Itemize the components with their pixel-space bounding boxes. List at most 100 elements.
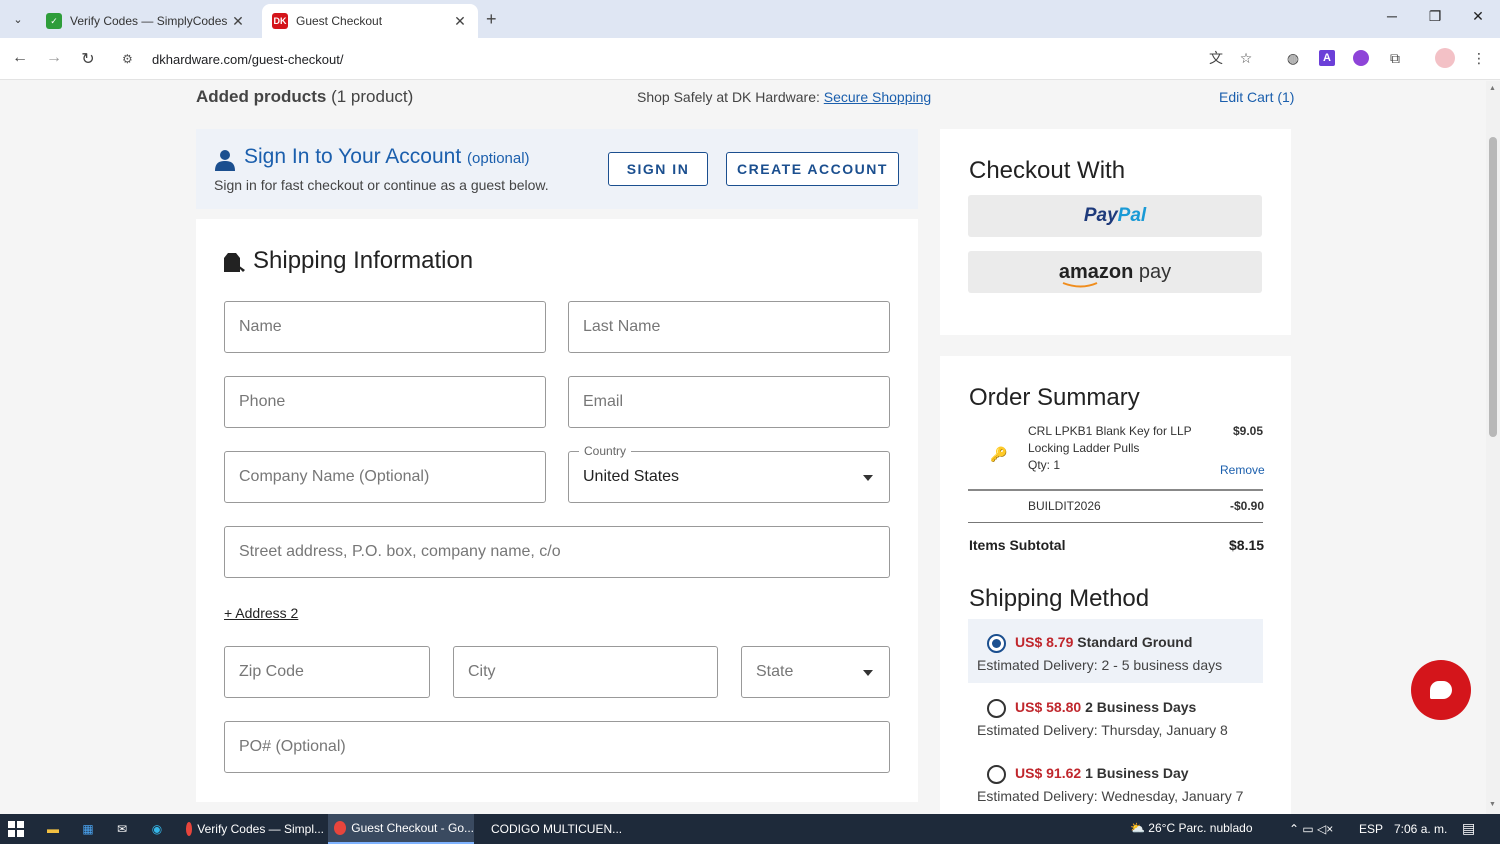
country-select[interactable]: Country United States xyxy=(568,444,890,503)
bookmark-star-icon[interactable]: ☆ xyxy=(1236,48,1256,68)
extension-purple-icon[interactable] xyxy=(1351,48,1371,68)
country-value: United States xyxy=(583,468,680,485)
shipping-option-estimate: Estimated Delivery: Thursday, January 8 xyxy=(977,722,1228,738)
shipping-method-title: Shipping Method xyxy=(969,585,1150,612)
street-address-field[interactable]: Street address, P.O. box, company name, … xyxy=(224,526,890,578)
shipping-option-label: US$ 8.79 Standard Ground xyxy=(1015,634,1193,650)
amazon-smile-icon xyxy=(1062,281,1098,287)
taskbar-task-codigo[interactable]: CODIGO MULTICUEN... xyxy=(480,814,622,844)
file-explorer-icon[interactable]: ▬ xyxy=(43,819,63,839)
taskbar-task-simplycodes[interactable]: Verify Codes — Simpl... xyxy=(180,814,324,844)
task-label: Guest Checkout - Go... xyxy=(351,821,474,835)
amazon-pay-logo: amazon pay xyxy=(1059,261,1171,287)
subtotal-label: Items Subtotal xyxy=(969,537,1066,553)
create-account-button[interactable]: CREATE ACCOUNT xyxy=(726,152,899,186)
paypal-logo: PayPal xyxy=(1083,205,1147,226)
amazon-pay-button[interactable]: amazon pay xyxy=(968,251,1262,293)
translate-icon[interactable]: 文 xyxy=(1206,48,1226,68)
po-placeholder: PO# (Optional) xyxy=(239,738,346,755)
extensions-puzzle-icon[interactable]: ⧉ xyxy=(1385,48,1405,68)
scroll-up-icon[interactable]: ▲ xyxy=(1489,85,1496,92)
scroll-down-icon[interactable]: ▼ xyxy=(1489,801,1496,808)
extension-a-icon[interactable]: A xyxy=(1317,48,1337,68)
globe-extension-icon[interactable]: ◍ xyxy=(1283,48,1303,68)
last-name-field[interactable]: Last Name xyxy=(568,301,890,353)
shipping-box-icon xyxy=(224,253,245,272)
edge-icon[interactable]: ◉ xyxy=(147,819,167,839)
store-icon[interactable]: ▦ xyxy=(78,819,98,839)
taskbar-task-guest-checkout[interactable]: Guest Checkout - Go... xyxy=(328,814,474,844)
clock[interactable]: 7:06 a. m. xyxy=(1394,822,1447,836)
close-tab-icon[interactable]: ✕ xyxy=(452,13,468,30)
checkout-with-title: Checkout With xyxy=(969,157,1126,184)
scrollbar-thumb[interactable] xyxy=(1489,137,1497,437)
po-number-field[interactable]: PO# (Optional) xyxy=(224,721,890,773)
new-tab-icon[interactable]: + xyxy=(486,9,497,30)
tab-guest-checkout[interactable]: DK Guest Checkout ✕ xyxy=(262,4,478,38)
minimize-icon[interactable]: ─ xyxy=(1382,8,1402,24)
person-icon xyxy=(215,150,235,171)
mail-icon[interactable]: ✉ xyxy=(112,819,132,839)
chrome-icon xyxy=(186,822,193,836)
item-qty: Qty: 1 xyxy=(1028,458,1061,472)
zip-code-field[interactable]: Zip Code xyxy=(224,646,430,698)
radio-selected[interactable] xyxy=(987,634,1006,653)
paypal-button[interactable]: PayPal xyxy=(968,195,1262,237)
checkout-page: Added products (1 product) Shop Safely a… xyxy=(0,81,1486,814)
browser-menu-icon[interactable]: ⋮ xyxy=(1469,48,1489,68)
company-placeholder: Company Name (Optional) xyxy=(239,468,430,485)
city-placeholder: City xyxy=(468,663,496,680)
tab-search-chevron-icon[interactable]: ⌄ xyxy=(6,7,30,31)
email-field[interactable]: Email xyxy=(568,376,890,428)
street-placeholder: Street address, P.O. box, company name, … xyxy=(239,543,561,560)
remove-item-link[interactable]: Remove xyxy=(1220,463,1265,477)
divider xyxy=(968,489,1263,491)
secure-shopping-link[interactable]: Secure Shopping xyxy=(824,89,931,105)
language-indicator[interactable]: ESP xyxy=(1359,822,1383,836)
item-price: $9.05 xyxy=(1233,424,1264,438)
radio-unselected[interactable] xyxy=(987,765,1006,784)
windows-start-icon[interactable] xyxy=(8,821,24,837)
shop-safely-text: Shop Safely at DK Hardware: xyxy=(637,89,820,105)
shipping-option-2-day[interactable]: US$ 58.80 2 Business Days Estimated Deli… xyxy=(968,684,1263,748)
edit-cart-link[interactable]: Edit Cart (1) xyxy=(1219,89,1294,105)
city-field[interactable]: City xyxy=(453,646,718,698)
state-select[interactable]: State xyxy=(741,646,890,698)
last-name-placeholder: Last Name xyxy=(583,318,661,335)
tab-simplycodes[interactable]: ✓ Verify Codes — SimplyCodes ✕ xyxy=(36,4,256,38)
state-placeholder: State xyxy=(756,663,794,680)
profile-avatar[interactable] xyxy=(1435,48,1455,68)
order-summary-panel: Order Summary 🔑 CRL LPKB1 Blank Key for … xyxy=(940,356,1291,814)
page-scrollbar[interactable]: ▲ ▼ xyxy=(1486,81,1500,814)
window-close-icon[interactable]: ✕ xyxy=(1468,8,1488,25)
company-name-field[interactable]: Company Name (Optional) xyxy=(224,451,546,503)
weather-widget[interactable]: ⛅ 26°C Parc. nublado xyxy=(1130,821,1253,835)
sign-in-title: Sign In to Your Account (optional) xyxy=(244,145,530,169)
shipping-option-standard[interactable]: US$ 8.79 Standard Ground Estimated Deliv… xyxy=(968,619,1263,683)
sign-in-button[interactable]: SIGN IN xyxy=(608,152,708,186)
chat-button[interactable] xyxy=(1411,660,1471,720)
restore-icon[interactable]: ❐ xyxy=(1425,8,1445,25)
dropdown-caret-icon xyxy=(863,670,873,676)
dk-favicon-icon: DK xyxy=(272,13,288,29)
reload-icon[interactable]: ↻ xyxy=(78,49,98,69)
chat-bubble-icon xyxy=(1430,681,1452,699)
checkout-with-panel: Checkout With PayPal amazon pay xyxy=(940,129,1291,335)
phone-field[interactable]: Phone xyxy=(224,376,546,428)
added-products-label: Added products xyxy=(196,87,327,106)
forward-icon[interactable]: → xyxy=(44,49,64,67)
back-icon[interactable]: ← xyxy=(10,49,30,67)
close-tab-icon[interactable]: ✕ xyxy=(230,13,246,30)
notifications-icon[interactable]: ▤ xyxy=(1462,820,1475,837)
coupon-discount: -$0.90 xyxy=(1230,499,1265,513)
add-address-2-link[interactable]: + Address 2 xyxy=(224,605,298,621)
url-bar[interactable]: ⚙ dkhardware.com/guest-checkout/ xyxy=(110,43,1270,75)
radio-unselected[interactable] xyxy=(987,699,1006,718)
weather-text: 26°C Parc. nublado xyxy=(1148,821,1253,835)
shipping-option-1-day[interactable]: US$ 91.62 1 Business Day Estimated Deliv… xyxy=(968,750,1263,814)
tray-icons[interactable]: ⌃ ▭ ◁× xyxy=(1289,822,1333,836)
phone-placeholder: Phone xyxy=(239,393,286,410)
coupon-code: BUILDIT2026 xyxy=(1028,499,1101,513)
site-info-icon[interactable]: ⚙ xyxy=(122,52,138,66)
name-field[interactable]: Name xyxy=(224,301,546,353)
